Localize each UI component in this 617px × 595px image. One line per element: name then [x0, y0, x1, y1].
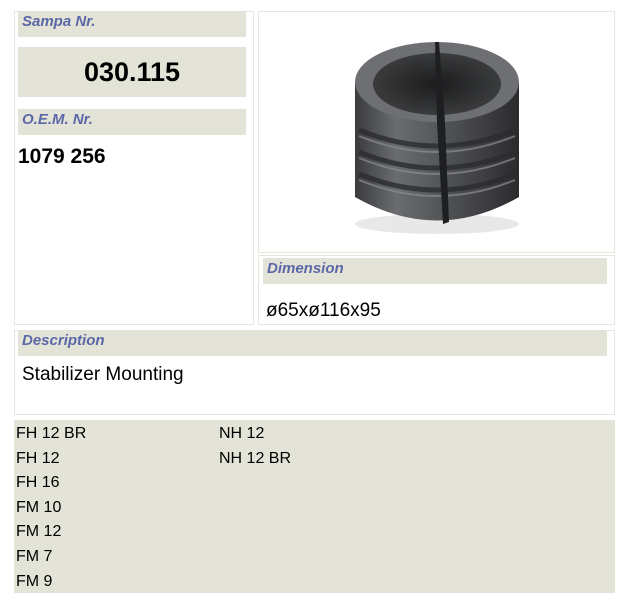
oem-number-value: 1079 256: [18, 145, 106, 168]
model-item: NH 12: [219, 425, 265, 442]
models-column-1: FH 12 BR FH 12 FH 16 FM 10 FM 12 FM 7 FM…: [16, 422, 86, 594]
model-item: FM 9: [16, 572, 53, 590]
oem-number-label: O.E.M. Nr.: [18, 109, 246, 135]
vehicle-models-panel: FH 12 BR FH 12 FH 16 FM 10 FM 12 FM 7 FM…: [14, 420, 615, 593]
dimension-value: ø65xø116x95: [266, 300, 381, 321]
sampa-number-value: 030.115: [83, 57, 181, 87]
model-item: FM 7: [16, 547, 53, 565]
sampa-number-label: Sampa Nr.: [18, 11, 246, 37]
product-image-panel: [258, 11, 615, 253]
model-item: FH 12 BR: [16, 425, 87, 442]
model-item: FH 12: [16, 449, 60, 467]
dimension-label: Dimension: [263, 258, 607, 284]
model-item: FM 10: [16, 498, 62, 516]
model-item: FH 16: [16, 474, 60, 492]
description-value: Stabilizer Mounting: [22, 364, 184, 385]
model-item: FM 12: [16, 523, 62, 541]
models-column-2: NH 12 NH 12 BR: [219, 422, 291, 471]
product-image: [355, 42, 519, 234]
model-item: NH 12 BR: [219, 449, 292, 467]
sampa-number-box: 030.115: [18, 47, 246, 97]
description-label: Description: [18, 330, 607, 356]
